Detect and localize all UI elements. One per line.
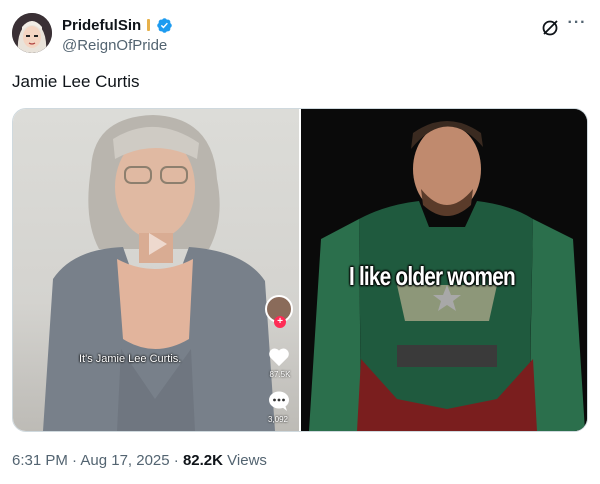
comment-count: 3,092 xyxy=(267,415,289,424)
tweet-media[interactable]: It's Jamie Lee Curtis. + 87.5K 3,092 I l… xyxy=(12,108,588,432)
display-name[interactable]: PridefulSin xyxy=(62,17,141,34)
heart-icon[interactable] xyxy=(268,347,290,367)
comment-icon[interactable] xyxy=(268,390,290,412)
like-count: 87.5K xyxy=(269,370,291,379)
video-caption: It's Jamie Lee Curtis. xyxy=(79,353,182,365)
timestamp[interactable]: 6:31 PM · Aug 17, 2025 · xyxy=(12,452,183,469)
media-left-video[interactable]: It's Jamie Lee Curtis. + 87.5K 3,092 xyxy=(13,109,299,431)
views-label: Views xyxy=(227,452,267,469)
verified-badge-icon[interactable] xyxy=(156,17,173,34)
tweet-text: Jamie Lee Curtis xyxy=(12,72,140,91)
tweet-header: PridefulSin @ReignOfPride ··· xyxy=(12,12,588,60)
play-icon[interactable] xyxy=(139,227,173,261)
meme-caption: I like older women xyxy=(349,261,516,291)
tweet-metadata: 6:31 PM · Aug 17, 2025 · 82.2K Views xyxy=(12,452,267,469)
follow-plus-icon[interactable]: + xyxy=(274,316,286,328)
grok-icon[interactable] xyxy=(540,18,560,38)
media-right-image[interactable]: I like older women xyxy=(301,109,587,431)
name-row: PridefulSin xyxy=(62,15,173,35)
views-count: 82.2K xyxy=(182,452,223,469)
person-photo xyxy=(43,115,275,431)
more-options-icon[interactable]: ··· xyxy=(566,15,588,36)
affiliation-badge xyxy=(147,19,151,31)
avatar[interactable] xyxy=(12,13,52,53)
handle[interactable]: @ReignOfPride xyxy=(62,37,167,54)
anime-avatar-icon xyxy=(12,13,52,53)
